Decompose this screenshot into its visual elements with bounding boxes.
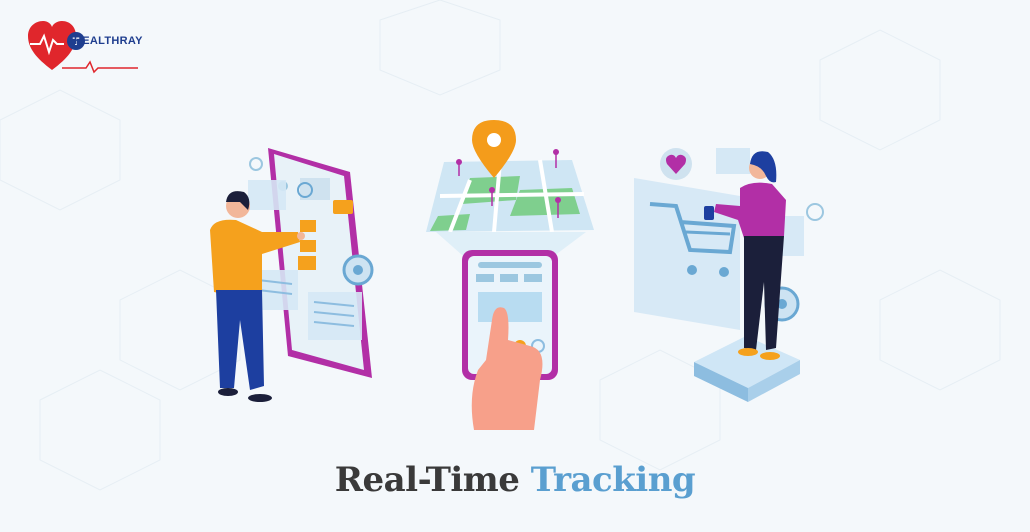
- illustration: [210, 120, 824, 430]
- left-phone-illustration: [210, 148, 374, 402]
- right-cart-illustration: [634, 148, 824, 402]
- page-title: Real-Time Tracking: [0, 460, 1030, 500]
- title-part-2: Tracking: [530, 460, 696, 500]
- heart-icon: [660, 148, 692, 180]
- center-map-illustration: [426, 120, 594, 430]
- shopping-cart-icon: [634, 178, 740, 330]
- title-part-1: Real-Time: [334, 460, 520, 500]
